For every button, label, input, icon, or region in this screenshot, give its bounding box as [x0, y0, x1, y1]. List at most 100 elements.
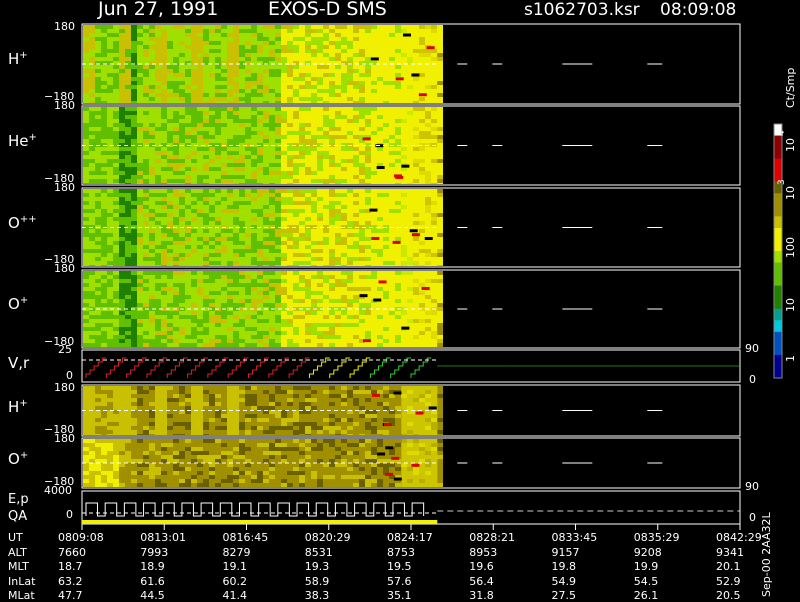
heatmap-cell [95, 179, 101, 183]
heatmap-cell [173, 57, 179, 61]
heatmap-cell [167, 197, 173, 201]
heatmap-cell [179, 73, 185, 77]
heatmap-cell [197, 295, 203, 299]
heatmap-cell [269, 77, 275, 81]
heatmap-cell [311, 135, 317, 139]
heatmap-cell [203, 131, 209, 135]
heatmap-cell [101, 253, 107, 257]
heatmap-cell [359, 205, 365, 209]
heatmap-cell [197, 253, 203, 257]
heatmap-cell [173, 229, 179, 233]
heatmap-cell [269, 331, 275, 335]
heatmap-cell [131, 77, 137, 81]
heatmap-cell [359, 201, 365, 205]
heatmap-cell [143, 197, 149, 201]
heatmap-cell [113, 327, 119, 331]
heatmap-cell [119, 331, 125, 335]
heatmap-cell [167, 131, 173, 135]
heatmap-cell [263, 89, 269, 93]
heatmap-cell [113, 81, 119, 85]
heatmap-cell [305, 253, 311, 257]
heatmap-cell [323, 69, 329, 73]
heatmap-cell [275, 151, 281, 155]
heatmap-cell [149, 41, 155, 45]
heatmap-cell [437, 33, 443, 37]
heatmap-cell [269, 335, 275, 339]
heatmap-cell [377, 331, 383, 335]
heatmap-cell [251, 245, 257, 249]
heatmap-cell [161, 319, 167, 323]
heatmap-cell [245, 257, 251, 261]
heatmap-cell [323, 73, 329, 77]
heatmap-cell [269, 189, 275, 193]
heatmap-cell [287, 261, 293, 265]
heatmap-cell [239, 311, 245, 315]
heatmap-cell [209, 233, 215, 237]
heatmap-cell [89, 73, 95, 77]
heatmap-cell [263, 77, 269, 81]
heatmap-cell [215, 327, 221, 331]
heatmap-cell [263, 205, 269, 209]
heatmap-cell [251, 41, 257, 45]
heatmap-cell [395, 89, 401, 93]
heatmap-cell [239, 241, 245, 245]
heatmap-cell [317, 73, 323, 77]
heatmap-cell [275, 283, 281, 287]
heatmap-cell [209, 183, 215, 184]
heatmap-cell [365, 249, 371, 253]
heatmap-cell [203, 97, 209, 101]
heatmap-cell [215, 107, 221, 111]
heatmap-cell [371, 69, 377, 73]
heatmap-cell [155, 257, 161, 261]
heatmap-cell [101, 183, 107, 184]
heatmap-cell [125, 339, 131, 343]
heatmap-cell [341, 45, 347, 49]
heatmap-cell [131, 327, 137, 331]
heatmap-cell [137, 155, 143, 159]
heatmap-cell [275, 53, 281, 57]
heatmap-cell [257, 201, 263, 205]
heatmap-cell [251, 139, 257, 143]
heatmap-cell [119, 430, 125, 434]
heatmap-cell [377, 319, 383, 323]
heatmap-cell [311, 279, 317, 283]
heatmap-cell [95, 291, 101, 295]
heatmap-cell [131, 303, 137, 307]
heatmap-cell [131, 201, 137, 205]
heatmap-cell [233, 249, 239, 253]
heatmap-cell [179, 69, 185, 73]
heatmap-cell [251, 131, 257, 135]
heatmap-cell [239, 183, 245, 184]
heatmap-cell [209, 335, 215, 339]
heatmap-cell [383, 209, 389, 213]
heatmap-cell [389, 283, 395, 287]
heatmap-cell [203, 77, 209, 81]
heatmap-cell [173, 111, 179, 115]
heatmap-cell [185, 327, 191, 331]
heatmap-cell [167, 147, 173, 151]
heatmap-cell [275, 311, 281, 315]
heatmap-cell [299, 159, 305, 163]
heatmap-cell [257, 45, 263, 49]
heatmap-cell [107, 237, 113, 241]
heatmap-cell [209, 151, 215, 155]
heatmap-cell [179, 111, 185, 115]
heatmap-cell [137, 229, 143, 233]
heatmap-cell [257, 49, 263, 53]
heatmap-cell [125, 119, 131, 123]
heatmap-cell [113, 155, 119, 159]
heatmap-cell [131, 37, 137, 41]
heatmap-cell [383, 41, 389, 45]
heatmap-cell [317, 245, 323, 249]
heatmap-cell [412, 233, 420, 236]
heatmap-cell [299, 323, 305, 327]
heatmap-cell [377, 265, 383, 266]
heatmap-cell [95, 331, 101, 335]
heatmap-cell [83, 147, 89, 151]
heatmap-cell [113, 299, 119, 303]
heatmap-cell [437, 127, 443, 131]
heatmap-cell [293, 65, 299, 69]
heatmap-cell [101, 41, 107, 45]
heatmap-cell [191, 159, 197, 163]
heatmap-cell [125, 163, 131, 167]
